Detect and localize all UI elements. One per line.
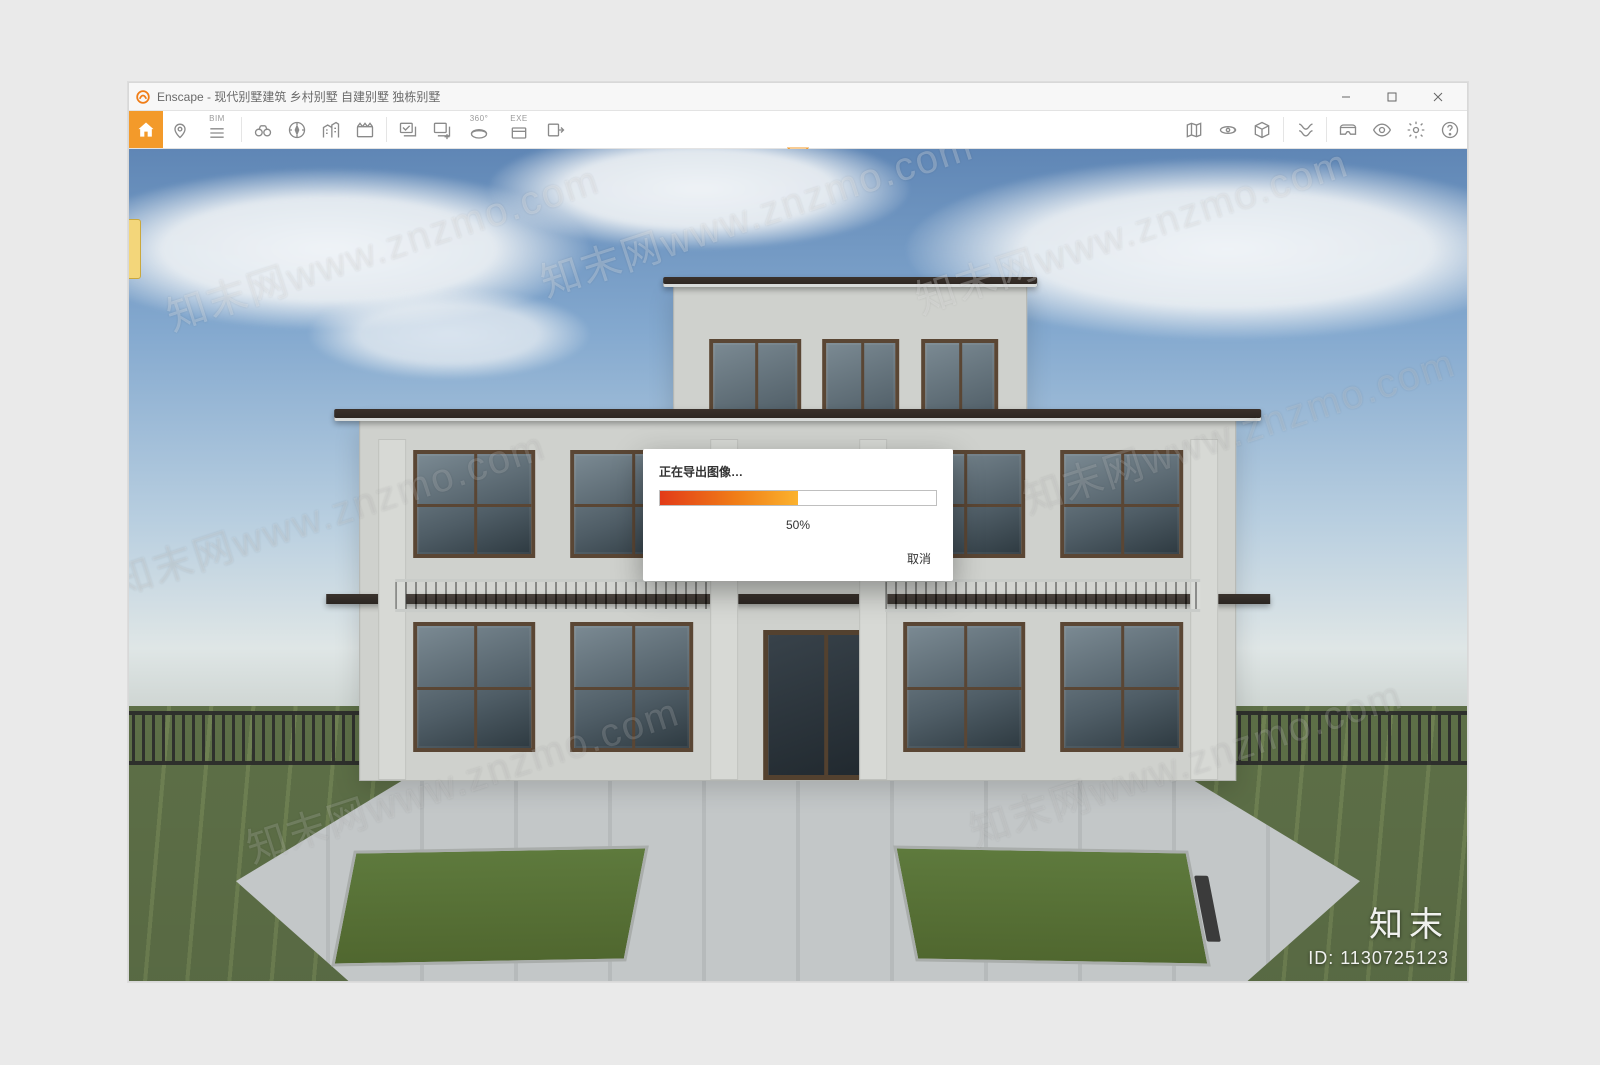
- cancel-button[interactable]: 取消: [901, 546, 937, 571]
- maximize-button[interactable]: [1369, 83, 1415, 110]
- progress-bar-fill: [660, 491, 798, 505]
- lawn-panel: [331, 845, 649, 967]
- toolbar-left-group: BIM 360°: [129, 111, 573, 148]
- main-toolbar: BIM 360°: [129, 111, 1467, 149]
- minimap-button[interactable]: [1177, 111, 1211, 148]
- app-window: Enscape - 现代别墅建筑 乡村别墅 自建别墅 独栋别墅 BIM: [128, 82, 1468, 982]
- visibility-button[interactable]: [1365, 111, 1399, 148]
- minimize-button[interactable]: [1323, 83, 1369, 110]
- panorama-360-label: 360°: [459, 114, 499, 123]
- location-pin-button[interactable]: [163, 111, 197, 148]
- buildings-button[interactable]: [314, 111, 348, 148]
- id-label: ID:: [1308, 948, 1334, 968]
- export-arrow-button[interactable]: [539, 111, 573, 148]
- progress-bar: [659, 490, 937, 506]
- orbit-button[interactable]: [1211, 111, 1245, 148]
- export-exe-button[interactable]: EXE: [499, 111, 539, 148]
- add-view-button[interactable]: [425, 111, 459, 148]
- id-value: 1130725123: [1340, 948, 1449, 968]
- export-exe-label: EXE: [499, 114, 539, 123]
- close-button[interactable]: [1415, 83, 1461, 110]
- bim-label: BIM: [197, 114, 237, 123]
- toolbar-separator: [1283, 117, 1284, 142]
- dialog-title: 正在导出图像…: [659, 463, 937, 480]
- manage-views-button[interactable]: [391, 111, 425, 148]
- corner-watermark: 知末 ID: 1130725123: [1308, 897, 1449, 969]
- toolbar-separator: [1326, 117, 1327, 142]
- binoculars-button[interactable]: [246, 111, 280, 148]
- roof-icon: [663, 277, 1037, 287]
- lawn-panel: [893, 845, 1211, 967]
- docked-panel-stub[interactable]: [129, 219, 141, 279]
- export-progress-dialog: 正在导出图像… 50% 取消: [643, 449, 953, 581]
- toolbar-separator: [241, 117, 242, 142]
- toolbar-separator: [386, 117, 387, 142]
- bim-menu-button[interactable]: BIM: [197, 111, 237, 148]
- app-logo-icon: [135, 89, 151, 105]
- settings-button[interactable]: [1399, 111, 1433, 148]
- corner-brand: 知末: [1308, 897, 1449, 946]
- view-cube-button[interactable]: [1245, 111, 1279, 148]
- progress-percent: 50%: [659, 518, 937, 532]
- roof-icon: [334, 409, 1261, 421]
- window-title: Enscape - 现代别墅建筑 乡村别墅 自建别墅 独栋别墅: [157, 88, 440, 105]
- section-button[interactable]: [1288, 111, 1322, 148]
- home-button[interactable]: [129, 111, 163, 148]
- compass-button[interactable]: [280, 111, 314, 148]
- render-viewport[interactable]: 知末网www.znzmo.com 知末网www.znzmo.com 知末网www…: [129, 149, 1467, 981]
- panorama-360-button[interactable]: 360°: [459, 111, 499, 148]
- vr-headset-button[interactable]: [1331, 111, 1365, 148]
- title-bar: Enscape - 现代别墅建筑 乡村别墅 自建别墅 独栋别墅: [129, 83, 1467, 111]
- video-clapper-button[interactable]: [348, 111, 382, 148]
- toolbar-right-group: [1177, 111, 1467, 148]
- help-button[interactable]: [1433, 111, 1467, 148]
- window-controls: [1323, 83, 1461, 110]
